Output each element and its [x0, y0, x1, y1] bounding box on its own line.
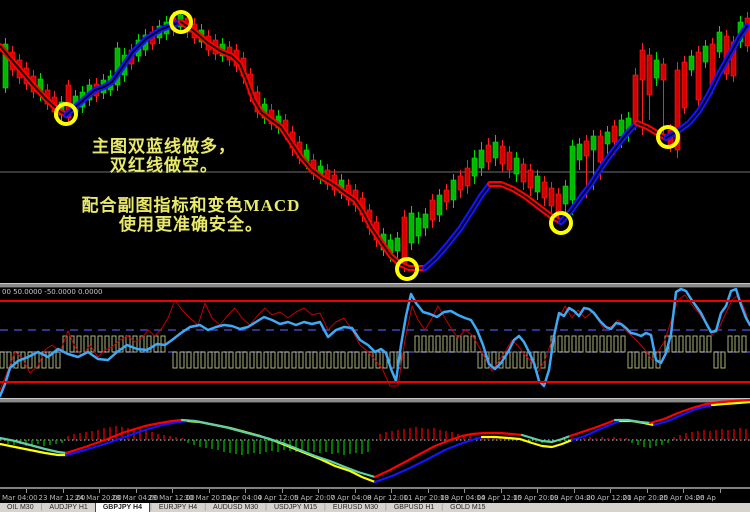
- time-axis-tick: [209, 489, 210, 493]
- candle-body: [458, 176, 463, 190]
- time-axis-tick: [355, 489, 356, 493]
- indicator-values-label: 00 50.0000 -50.0000 0.0000: [2, 288, 103, 296]
- candle-body: [647, 55, 652, 95]
- candle-body: [598, 136, 603, 162]
- candle-body: [689, 56, 694, 70]
- time-axis-tick: [574, 489, 575, 493]
- candle-body: [528, 170, 533, 188]
- candle-body: [514, 158, 519, 174]
- time-axis-tick: [245, 489, 246, 493]
- candle-body: [570, 146, 575, 200]
- annotation-line-3: 配合副图指标和变色MACD: [62, 196, 320, 215]
- time-axis-tick: [136, 489, 137, 493]
- time-axis-tick: [63, 489, 64, 493]
- chart-tab-gbpusd-h1[interactable]: GBPUSD H1: [387, 503, 441, 512]
- candle-body: [500, 146, 505, 164]
- chart-tab-audusd-m30[interactable]: AUDUSD M30: [206, 503, 265, 512]
- candle-body: [409, 213, 414, 243]
- candle-body: [423, 214, 428, 228]
- time-axis-tick: [391, 489, 392, 493]
- annotation-line-4: 使用更准确安全。: [62, 215, 320, 234]
- candle-body: [465, 168, 470, 186]
- time-axis-label: 4 Apr 12:00: [258, 494, 299, 502]
- candle-body: [535, 176, 540, 192]
- candle-body: [437, 195, 442, 215]
- annotation-line-1: 主图双蓝线做多，: [58, 137, 270, 156]
- candle-body: [486, 145, 491, 162]
- time-axis-label: 8 Apr 12:00: [367, 494, 408, 502]
- chart-canvas[interactable]: [0, 0, 750, 512]
- time-axis-tick: [464, 489, 465, 493]
- candle-body: [654, 60, 659, 78]
- time-axis-tick: [26, 489, 27, 493]
- candle-body: [507, 152, 512, 170]
- candle-body: [493, 142, 498, 158]
- chart-tab-eurjpy-h4[interactable]: EURJPY H4: [152, 503, 204, 512]
- candle-body: [416, 218, 421, 236]
- candle-body: [444, 190, 449, 202]
- annotation-line-2: 双红线做空。: [58, 156, 270, 175]
- candle-body: [696, 52, 701, 100]
- candle-body: [682, 62, 687, 108]
- chart-tab-usdjpy-m15[interactable]: USDJPY M15: [267, 503, 324, 512]
- candle-body: [479, 150, 484, 168]
- time-axis-tick: [318, 489, 319, 493]
- chart-tab-oil-m30[interactable]: OIL M30: [0, 503, 41, 512]
- annotation-main-rule: 主图双蓝线做多， 双红线做空。: [58, 137, 270, 175]
- candle-body: [640, 50, 645, 80]
- time-axis-label: 26 Ap: [696, 494, 716, 502]
- mt4-terminal-window: 主图双蓝线做多， 双红线做空。 配合副图指标和变色MACD 使用更准确安全。 0…: [0, 0, 750, 512]
- time-axis-tick: [537, 489, 538, 493]
- candle-body: [395, 238, 400, 251]
- time-axis-tick: [501, 489, 502, 493]
- candle-body: [717, 32, 722, 52]
- time-axis-tick: [428, 489, 429, 493]
- candle-body: [563, 186, 568, 204]
- candle-body: [612, 126, 617, 142]
- time-axis-tick: [99, 489, 100, 493]
- annotation-macd-rule: 配合副图指标和变色MACD 使用更准确安全。: [62, 196, 320, 234]
- time-axis-label: 1 Apr 04:00: [221, 494, 262, 502]
- chart-tab-gbpjpy-h4[interactable]: GBPJPY H4: [95, 503, 150, 512]
- candle-body: [584, 141, 589, 156]
- candle-body: [542, 182, 547, 198]
- candle-body: [633, 75, 638, 123]
- time-axis-tick: [647, 489, 648, 493]
- time-axis-label: Mar 04:00: [2, 494, 38, 502]
- candle-body: [577, 144, 582, 160]
- candle-body: [451, 180, 456, 200]
- time-axis-tick: [720, 489, 721, 493]
- candle-body: [605, 132, 610, 144]
- candle-body: [661, 64, 666, 80]
- time-axis-tick: [610, 489, 611, 493]
- chart-tab-audjpy-h1[interactable]: AUDJPY H1: [42, 503, 94, 512]
- candle-body: [591, 136, 596, 150]
- time-axis-tick: [683, 489, 684, 493]
- candle-body: [521, 164, 526, 182]
- time-axis-label: 7 Apr 04:00: [331, 494, 372, 502]
- candle-body: [472, 158, 477, 176]
- candle-body: [703, 46, 708, 62]
- time-axis-label: 5 Apr 20:00: [294, 494, 335, 502]
- candle-body: [549, 188, 554, 206]
- time-axis-tick: [172, 489, 173, 493]
- chart-tab-eurusd-m30[interactable]: EURUSD M30: [326, 503, 385, 512]
- chart-tab-bar: OIL M30|AUDJPY H1GBPJPY H4|EURJPY H4|AUD…: [0, 503, 750, 512]
- time-axis-tick: [282, 489, 283, 493]
- candle-body: [430, 200, 435, 220]
- chart-tab-gold-m15[interactable]: GOLD M15: [443, 503, 492, 512]
- candle-body: [556, 194, 561, 212]
